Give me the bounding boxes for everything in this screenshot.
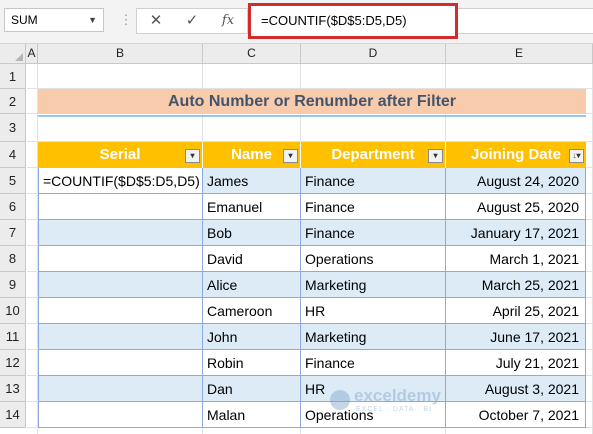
cell-department[interactable]: Marketing [301, 272, 446, 298]
table-header-row: Serial ▾ Name ▾ Department ▾ Joining Dat… [38, 142, 586, 168]
cell-serial[interactable] [38, 376, 203, 402]
cell-serial[interactable] [38, 220, 203, 246]
cell-serial[interactable] [38, 402, 203, 428]
header-department[interactable]: Department ▾ [301, 142, 446, 168]
exceldemy-logo-icon [330, 390, 350, 410]
filter-dropdown-icon[interactable]: ▾ [428, 149, 443, 163]
header-serial[interactable]: Serial ▾ [38, 142, 203, 168]
header-joining-date[interactable]: Joining Date ↓▾ [446, 142, 586, 168]
cell-serial[interactable] [38, 298, 203, 324]
cell-department[interactable]: Finance [301, 168, 446, 194]
cell-joining-date[interactable]: August 3, 2021 [446, 376, 586, 402]
row-header-3[interactable]: 3 [0, 114, 26, 142]
cancel-icon[interactable]: ✕ [141, 9, 171, 33]
enter-icon[interactable]: ✓ [177, 9, 207, 33]
cell-department[interactable]: Marketing [301, 324, 446, 350]
row-header-9[interactable]: 9 [0, 272, 26, 298]
cell-name[interactable]: Alice [203, 272, 301, 298]
header-label: Name [231, 146, 272, 163]
watermark-name: exceldemy [354, 386, 441, 405]
row-header-10[interactable]: 10 [0, 298, 26, 324]
row-header-2[interactable]: 2 [0, 89, 26, 114]
cell-department[interactable]: Finance [301, 220, 446, 246]
cell-department[interactable]: Finance [301, 350, 446, 376]
row-header-5[interactable]: 5 [0, 168, 26, 194]
more-options-icon[interactable]: ⋮ [118, 10, 134, 30]
cell-joining-date[interactable]: July 21, 2021 [446, 350, 586, 376]
cell-name[interactable]: David [203, 246, 301, 272]
row-header-14[interactable]: 14 [0, 402, 26, 428]
sheet-title[interactable]: Auto Number or Renumber after Filter [38, 89, 586, 114]
cell-name[interactable]: Bob [203, 220, 301, 246]
formula-bar-area: SUM ▼ ⋮ ✕ ✓ fx =COUNTIF($D$5:D5,D5) [0, 0, 593, 44]
column-header-e[interactable]: E [446, 44, 593, 64]
row-header-6[interactable]: 6 [0, 194, 26, 220]
filter-dropdown-icon[interactable]: ▾ [185, 149, 200, 163]
sorted-filter-icon[interactable]: ↓▾ [569, 149, 584, 163]
formula-input-extension[interactable] [458, 8, 593, 34]
cell-joining-date[interactable]: August 24, 2020 [446, 168, 586, 194]
cell-serial[interactable] [38, 194, 203, 220]
header-label: Department [331, 146, 415, 163]
name-box[interactable]: SUM ▼ [4, 8, 104, 32]
cell-serial[interactable] [38, 246, 203, 272]
cell-name[interactable]: Emanuel [203, 194, 301, 220]
cell-department[interactable]: Finance [301, 194, 446, 220]
table-row: Alice Marketing March 25, 2021 [38, 272, 586, 298]
formula-buttons: ✕ ✓ fx [136, 8, 248, 34]
cell-name[interactable]: Dan [203, 376, 301, 402]
header-label: Serial [99, 146, 141, 163]
header-name[interactable]: Name ▾ [203, 142, 301, 168]
cell-department[interactable]: HR [301, 298, 446, 324]
column-header-b[interactable]: B [38, 44, 203, 64]
chevron-down-icon[interactable]: ▼ [88, 9, 97, 31]
watermark-tagline: EXCEL · DATA · BI [356, 406, 432, 413]
table-row: John Marketing June 17, 2021 [38, 324, 586, 350]
cell-serial[interactable] [38, 272, 203, 298]
row-header-13[interactable]: 13 [0, 376, 26, 402]
row-header-1[interactable]: 1 [0, 64, 26, 89]
column-header-d[interactable]: D [301, 44, 446, 64]
cell-joining-date[interactable]: March 1, 2021 [446, 246, 586, 272]
table-row: Cameroon HR April 25, 2021 [38, 298, 586, 324]
cell-joining-date[interactable]: April 25, 2021 [446, 298, 586, 324]
header-label: Joining Date [470, 146, 561, 163]
cell-joining-date[interactable]: March 25, 2021 [446, 272, 586, 298]
cell-joining-date[interactable]: January 17, 2021 [446, 220, 586, 246]
cell-joining-date[interactable]: October 7, 2021 [446, 402, 586, 428]
title-underline [38, 115, 586, 117]
column-header-c[interactable]: C [203, 44, 301, 64]
select-all-icon [15, 53, 23, 61]
cell-name[interactable]: Cameroon [203, 298, 301, 324]
cell-serial[interactable] [38, 350, 203, 376]
column-header-a[interactable]: A [26, 44, 38, 64]
cell-name[interactable]: James [203, 168, 301, 194]
table-row: Robin Finance July 21, 2021 [38, 350, 586, 376]
table-row: Emanuel Finance August 25, 2020 [38, 194, 586, 220]
cell-joining-date[interactable]: June 17, 2021 [446, 324, 586, 350]
name-box-value: SUM [11, 13, 38, 27]
cell-joining-date[interactable]: August 25, 2020 [446, 194, 586, 220]
table-row: Dan HR August 3, 2021 [38, 376, 586, 402]
table-row: David Operations March 1, 2021 [38, 246, 586, 272]
formula-input[interactable]: =COUNTIF($D$5:D5,D5) [248, 3, 458, 39]
select-all-corner[interactable] [0, 44, 26, 64]
row-header-8[interactable]: 8 [0, 246, 26, 272]
cell-name[interactable]: Malan [203, 402, 301, 428]
table-row: Malan Operations October 7, 2021 [38, 402, 586, 428]
insert-function-icon[interactable]: fx [213, 9, 243, 33]
table-row: Bob Finance January 17, 2021 [38, 220, 586, 246]
row-header-7[interactable]: 7 [0, 220, 26, 246]
cell-department[interactable]: Operations [301, 246, 446, 272]
row-header-12[interactable]: 12 [0, 350, 26, 376]
row-header-4[interactable]: 4 [0, 142, 26, 168]
table-row: =COUNTIF($D$5:D5,D5) James Finance August 2… [38, 168, 586, 194]
cell-serial[interactable] [38, 324, 203, 350]
filter-dropdown-icon[interactable]: ▾ [283, 149, 298, 163]
cell-serial-editing[interactable]: =COUNTIF($D$5:D5,D5) [38, 168, 203, 194]
row-header-11[interactable]: 11 [0, 324, 26, 350]
cell-name[interactable]: John [203, 324, 301, 350]
cell-name[interactable]: Robin [203, 350, 301, 376]
